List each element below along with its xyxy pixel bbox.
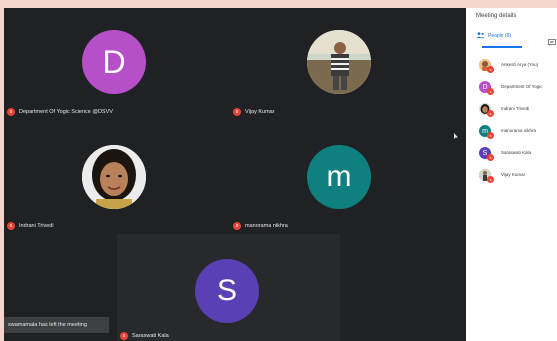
participant-name: Vijay Kumar: [245, 109, 275, 115]
participant-tile-department[interactable]: D s Department Of Yogic Science @DSVV: [4, 8, 229, 120]
meeting-details-panel: Meeting details People (6) s Ankesh Arya…: [466, 8, 557, 341]
mic-off-icon: s: [487, 110, 494, 117]
participant-name: Indrani Trivedi: [19, 223, 54, 229]
participant-tile-indrani[interactable]: s Indrani Trivedi: [4, 120, 229, 232]
mic-off-icon: s: [120, 332, 128, 340]
mic-off-icon: s: [233, 108, 241, 116]
participant-list: s Ankesh Arya (You) D s Department Of Yo…: [479, 59, 557, 191]
mic-off-icon: s: [233, 222, 241, 230]
participant-name: Ankesh Arya (You): [501, 62, 539, 67]
participant-photo: [307, 30, 371, 94]
panel-title: Meeting details: [476, 13, 517, 19]
active-tab-indicator: [482, 46, 522, 48]
mic-off-icon: s: [487, 66, 494, 73]
list-item[interactable]: S s Saraswati Kala: [479, 147, 557, 169]
participant-name: Department Of Yogic: [501, 84, 543, 89]
panel-tabs: People (6): [476, 32, 557, 52]
mic-off-icon: s: [487, 154, 494, 161]
participant-name: Saraswati Kala: [501, 150, 532, 155]
participant-avatar: S: [195, 259, 259, 323]
toast-text: swamamala has left the meeting: [8, 322, 87, 328]
participant-name: Saraswati Kala: [132, 333, 169, 339]
participant-avatar: D: [82, 30, 146, 94]
list-item[interactable]: s Ankesh Arya (You): [479, 59, 557, 81]
list-item[interactable]: s Vijay Kumar: [479, 169, 557, 191]
mic-off-icon: s: [487, 176, 494, 183]
mouse-cursor-icon: [454, 126, 458, 139]
participant-name: manorama nikhra: [245, 223, 288, 229]
tab-people-label: People (6): [488, 33, 512, 39]
participant-name: Department Of Yogic Science @DSVV: [19, 109, 113, 115]
notification-toast: swamamala has left the meeting: [4, 317, 109, 333]
participant-name: manorama nikhra: [501, 128, 537, 133]
mic-off-icon: s: [7, 108, 15, 116]
participant-avatar: m: [307, 145, 371, 209]
participant-tile-vijay[interactable]: s Vijay Kumar: [229, 8, 464, 120]
participant-tile-manorama[interactable]: m s manorama nikhra: [229, 120, 464, 232]
tab-chat[interactable]: [548, 33, 557, 46]
tab-people[interactable]: People (6): [476, 32, 511, 40]
participant-tile-saraswati[interactable]: S s Saraswati Kala: [117, 234, 340, 341]
participant-name: Vijay Kumar: [501, 172, 526, 177]
list-item[interactable]: s Indrani Trivedi: [479, 103, 557, 125]
video-grid: D s Department Of Yogic Science @DSVV s …: [4, 8, 464, 341]
list-item[interactable]: D s Department Of Yogic: [479, 81, 557, 103]
mic-off-icon: s: [487, 132, 494, 139]
mic-off-icon: s: [7, 222, 15, 230]
chat-icon: [548, 33, 556, 50]
meeting-screen: D s Department Of Yogic Science @DSVV s …: [4, 8, 557, 341]
list-item[interactable]: m s manorama nikhra: [479, 125, 557, 147]
mic-off-icon: s: [487, 88, 494, 95]
participant-name: Indrani Trivedi: [501, 106, 530, 111]
people-icon: [476, 32, 485, 40]
participant-photo: [82, 145, 146, 209]
